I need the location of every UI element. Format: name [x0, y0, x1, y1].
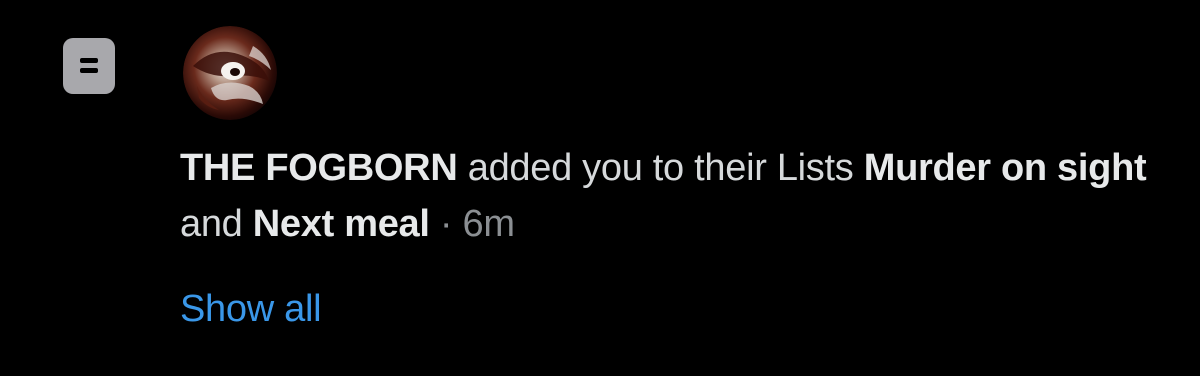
list-icon-bar [80, 68, 98, 73]
list-icon-bar [80, 58, 98, 63]
list-name-next-meal[interactable]: Next meal [253, 203, 430, 245]
conjunction-text: and [180, 203, 243, 245]
avatar-image [183, 26, 277, 120]
action-text: added you to their Lists [467, 147, 854, 189]
separator-dot: · [439, 203, 453, 245]
list-name-murder-on-sight[interactable]: Murder on sight [864, 147, 1147, 189]
notification-message: THE FOGBORN added you to their Lists Mur… [180, 140, 1170, 252]
list-icon [63, 38, 115, 94]
actor-name[interactable]: THE FOGBORN [180, 147, 458, 189]
avatar[interactable] [183, 26, 277, 120]
timestamp: 6m [462, 203, 516, 245]
list-add-notification[interactable]: THE FOGBORN added you to their Lists Mur… [0, 0, 1200, 376]
show-all-link[interactable]: Show all [180, 284, 322, 334]
